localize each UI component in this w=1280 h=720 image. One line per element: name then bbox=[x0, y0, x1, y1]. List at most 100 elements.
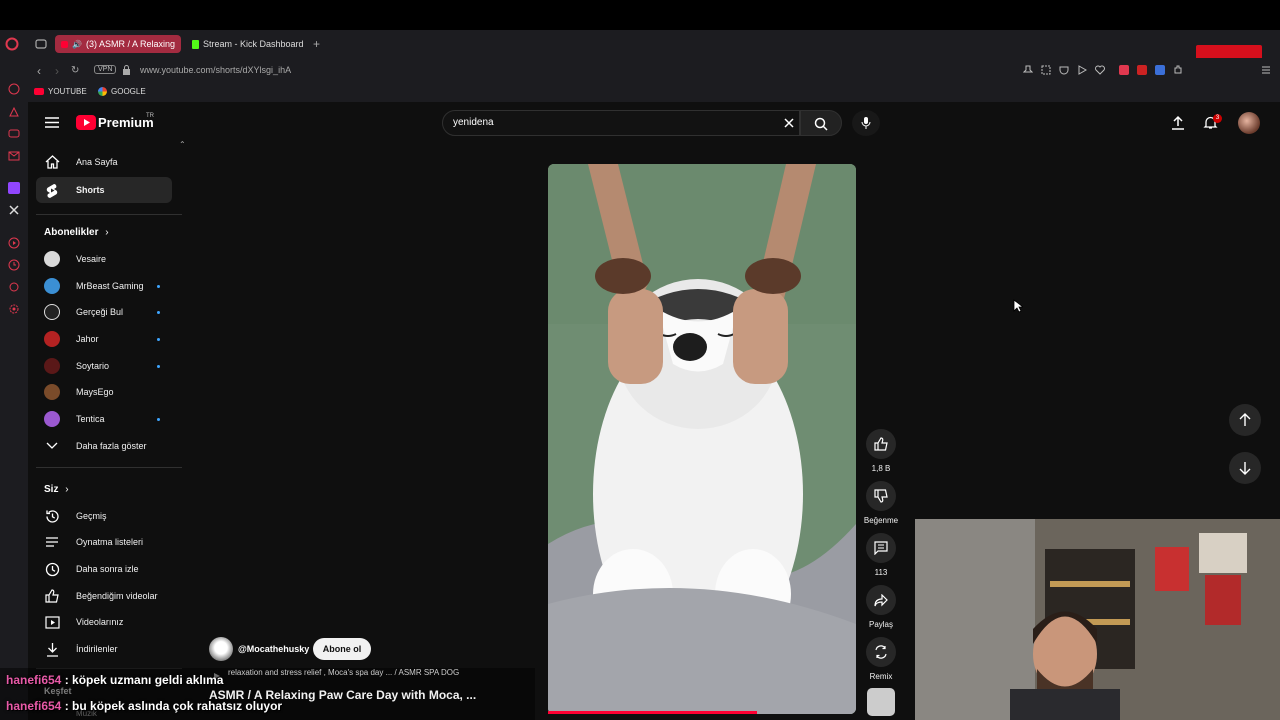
bookmarks-bar bbox=[28, 82, 1280, 102]
translate-extension-icon[interactable] bbox=[1155, 65, 1165, 75]
thumb-up-icon bbox=[44, 588, 60, 604]
pocket-icon[interactable] bbox=[1059, 65, 1069, 75]
channel-name[interactable]: @Mocathehusky bbox=[238, 644, 309, 654]
you-heading[interactable]: Siz › bbox=[44, 484, 69, 495]
like-count: 1,8 B bbox=[871, 464, 891, 473]
chat-message: hanefi654 : bu köpek aslında çok rahatsı… bbox=[6, 699, 283, 713]
bookmark-google[interactable]: GOOGLE bbox=[98, 87, 146, 96]
menu-lines-icon[interactable] bbox=[1261, 65, 1271, 75]
streamer-webcam bbox=[915, 519, 1280, 720]
kick-favicon-icon bbox=[192, 39, 199, 49]
subscriptions-heading[interactable]: Abonelikler › bbox=[44, 227, 109, 238]
sidebar-channel[interactable]: MaysEgo bbox=[36, 379, 172, 405]
snapshot-icon[interactable] bbox=[1041, 65, 1051, 75]
speaker-icon[interactable]: 🔊 bbox=[72, 40, 82, 49]
sound-thumbnail[interactable] bbox=[867, 688, 895, 716]
adblock-extension-icon[interactable] bbox=[1119, 65, 1129, 75]
extension-red-icon[interactable] bbox=[1137, 65, 1147, 75]
youtube-logo-icon[interactable] bbox=[76, 115, 96, 130]
account-avatar[interactable] bbox=[1238, 112, 1260, 134]
twitch-icon[interactable] bbox=[8, 182, 20, 194]
youtube-favicon-icon bbox=[34, 88, 44, 95]
chat-message: hanefi654 : köpek uzmanı geldi aklıma bbox=[6, 673, 224, 687]
sidebar-item-watch-later[interactable]: Daha sonra izle bbox=[36, 556, 172, 582]
shorts-icon bbox=[44, 182, 60, 198]
settings-icon[interactable] bbox=[8, 303, 20, 315]
show-more-button[interactable]: Daha fazla göster bbox=[36, 433, 172, 459]
sidebar-item-shorts[interactable]: Shorts bbox=[36, 177, 172, 203]
video-hashtags[interactable]: relaxation and stress relief , Moca's sp… bbox=[228, 668, 459, 677]
x-twitter-icon[interactable] bbox=[8, 204, 20, 216]
sidebar-item-downloads[interactable]: İndirilenler bbox=[36, 636, 172, 662]
remix-button[interactable] bbox=[866, 637, 896, 667]
upload-icon[interactable] bbox=[1171, 115, 1185, 130]
chat-icon[interactable] bbox=[8, 128, 20, 140]
tab-kick[interactable]: Stream - Kick Dashboard bbox=[186, 35, 310, 53]
new-content-dot bbox=[157, 285, 160, 288]
history-rail-icon[interactable] bbox=[8, 259, 20, 271]
channel-avatar[interactable] bbox=[209, 637, 233, 661]
heart-icon[interactable] bbox=[1095, 65, 1105, 75]
home-icon bbox=[44, 154, 60, 170]
next-short-button[interactable] bbox=[1229, 452, 1261, 484]
mail-icon[interactable] bbox=[8, 150, 20, 162]
search-query[interactable]: yenidena bbox=[453, 117, 494, 128]
sidebar-channel[interactable]: Tentica bbox=[36, 406, 172, 432]
lock-icon[interactable] bbox=[122, 65, 131, 75]
video-progress-bar[interactable] bbox=[548, 711, 757, 714]
play-icon[interactable] bbox=[1077, 65, 1087, 75]
remix-icon bbox=[875, 645, 887, 659]
bookmark-youtube[interactable]: YOUTUBE bbox=[34, 87, 87, 96]
previous-short-button[interactable] bbox=[1229, 404, 1261, 436]
clear-search-icon[interactable] bbox=[783, 117, 795, 129]
sidebar-item-your-videos[interactable]: Videolarınız bbox=[36, 609, 172, 635]
reload-icon[interactable]: ↻ bbox=[71, 65, 79, 76]
sidebar-item-home[interactable]: Ana Sayfa bbox=[36, 149, 172, 175]
subscribe-button[interactable]: Abone ol bbox=[313, 638, 371, 660]
microphone-icon bbox=[861, 117, 871, 129]
hamburger-menu-icon[interactable] bbox=[45, 117, 59, 128]
share-icon bbox=[874, 593, 888, 606]
back-icon[interactable]: ‹ bbox=[37, 64, 41, 78]
extensions-icon[interactable] bbox=[1173, 65, 1183, 75]
player-icon[interactable] bbox=[8, 237, 20, 249]
messenger-icon[interactable] bbox=[8, 83, 20, 95]
forward-icon[interactable]: › bbox=[55, 64, 59, 78]
remix-label: Remix bbox=[869, 672, 893, 681]
tab-label: (3) ASMR / A Relaxing bbox=[85, 39, 175, 49]
pin-icon[interactable] bbox=[1023, 65, 1033, 75]
scroll-up-icon[interactable]: ⌃ bbox=[179, 140, 186, 149]
sidebar-item-liked[interactable]: Beğendiğim videolar bbox=[36, 583, 172, 609]
sidebar-item-playlists[interactable]: Oynatma listeleri bbox=[36, 529, 172, 555]
comments-button[interactable] bbox=[866, 533, 896, 563]
chevron-right-icon: › bbox=[65, 484, 69, 495]
search-input[interactable] bbox=[442, 110, 800, 136]
sidebar-channel[interactable]: Gerçeği Bul bbox=[36, 299, 172, 325]
like-button[interactable] bbox=[866, 429, 896, 459]
dislike-button[interactable] bbox=[866, 481, 896, 511]
sidebar-channel[interactable]: MrBeast Gaming bbox=[36, 273, 172, 299]
new-tab-button[interactable]: + bbox=[313, 37, 320, 51]
share-label: Paylaş bbox=[868, 620, 893, 629]
opera-logo-icon[interactable] bbox=[5, 37, 19, 51]
extensions-rail-icon[interactable] bbox=[8, 281, 20, 293]
tab-youtube[interactable]: 🔊 (3) ASMR / A Relaxing bbox=[55, 35, 181, 53]
voice-search-button[interactable] bbox=[852, 110, 880, 136]
short-video-player[interactable] bbox=[548, 164, 856, 714]
vpn-badge[interactable]: VPN bbox=[94, 65, 117, 74]
new-content-dot bbox=[157, 338, 160, 341]
aria-icon[interactable] bbox=[8, 106, 20, 118]
google-favicon-icon bbox=[98, 87, 107, 96]
sidebar-item-history[interactable]: Geçmiş bbox=[36, 503, 172, 529]
tab-islands-icon[interactable] bbox=[34, 37, 48, 51]
thumb-up-icon bbox=[873, 437, 888, 451]
share-button[interactable] bbox=[866, 585, 896, 615]
sidebar-channel[interactable]: Vesaire bbox=[36, 246, 172, 272]
channel-avatar bbox=[44, 304, 60, 320]
url-field[interactable]: www.youtube.com/shorts/dXYlsgi_ihA bbox=[140, 65, 291, 75]
search-button[interactable] bbox=[800, 110, 842, 136]
sidebar-channel[interactable]: Jahor bbox=[36, 326, 172, 352]
sidebar-channel[interactable]: Soytario bbox=[36, 353, 172, 379]
channel-avatar bbox=[44, 358, 60, 374]
mouse-cursor-icon bbox=[1013, 299, 1023, 313]
